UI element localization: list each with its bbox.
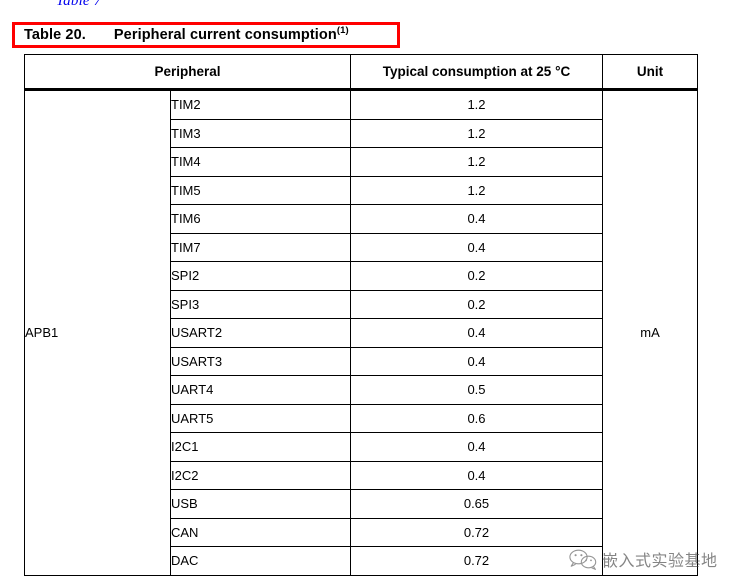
cell-peripheral-name: UART4	[170, 375, 351, 405]
table-body: APB1 TIM2 1.2 mA TIM3 1.2 TIM4 1.2 TIM5 1.2 TIM6 0.…	[24, 89, 698, 576]
cell-typical-consumption: 0.72	[350, 546, 603, 576]
cell-peripheral-name: TIM7	[170, 232, 351, 262]
cell-typical-consumption: 0.6	[350, 403, 603, 433]
cell-peripheral-name: TIM4	[170, 147, 351, 177]
cell-peripheral-name: CAN	[170, 517, 351, 547]
cell-typical-consumption: 0.5	[350, 375, 603, 405]
cell-peripheral-name: I2C1	[170, 432, 351, 462]
table-caption-footnote-marker[interactable]: (1)	[337, 25, 349, 36]
cross-reference-link[interactable]: Table 7	[56, 0, 101, 10]
cell-peripheral-name: USART3	[170, 346, 351, 376]
cell-typical-consumption: 1.2	[350, 89, 603, 120]
table-row: APB1 TIM2 1.2 mA	[24, 89, 698, 576]
cell-typical-consumption: 1.2	[350, 147, 603, 177]
cell-typical-consumption: 1.2	[350, 118, 603, 148]
cell-peripheral-name: I2C2	[170, 460, 351, 490]
cell-typical-consumption: 0.2	[350, 289, 603, 319]
table-caption-title: Peripheral current consumption	[113, 27, 337, 43]
cell-typical-consumption: 0.4	[350, 232, 603, 262]
cell-peripheral-name: TIM5	[170, 175, 351, 205]
cell-typical-consumption: 0.2	[350, 261, 603, 291]
table-caption: Table 20. Peripheral current consumption(…	[24, 25, 349, 45]
column-header-peripheral: Peripheral	[24, 54, 351, 91]
cell-peripheral-name: TIM2	[170, 89, 351, 120]
cell-peripheral-name: USB	[170, 489, 351, 519]
cell-peripheral-name: TIM3	[170, 118, 351, 148]
column-header-consumption: Typical consumption at 25 °C	[350, 54, 603, 91]
column-header-unit: Unit	[602, 54, 698, 91]
cell-typical-consumption: 1.2	[350, 175, 603, 205]
cell-peripheral-name: DAC	[170, 546, 351, 576]
cell-peripheral-name: USART2	[170, 318, 351, 348]
table-header-row: Peripheral Typical consumption at 25 °C …	[24, 54, 698, 91]
cell-peripheral-name: SPI3	[170, 289, 351, 319]
cell-typical-consumption: 0.4	[350, 318, 603, 348]
peripheral-current-consumption-table: Peripheral Typical consumption at 25 °C …	[24, 54, 698, 576]
cell-peripheral-name: SPI2	[170, 261, 351, 291]
cell-typical-consumption: 0.4	[350, 432, 603, 462]
cell-typical-consumption: 0.4	[350, 460, 603, 490]
cell-bus-group: APB1	[24, 89, 171, 576]
cell-typical-consumption: 0.72	[350, 517, 603, 547]
cell-peripheral-name: UART5	[170, 403, 351, 433]
cell-typical-consumption: 0.4	[350, 346, 603, 376]
cell-typical-consumption: 0.4	[350, 204, 603, 234]
cell-unit-value: mA	[602, 89, 698, 576]
cell-typical-consumption: 0.65	[350, 489, 603, 519]
table-caption-number: Table 20.	[24, 27, 86, 43]
cell-peripheral-name: TIM6	[170, 204, 351, 234]
